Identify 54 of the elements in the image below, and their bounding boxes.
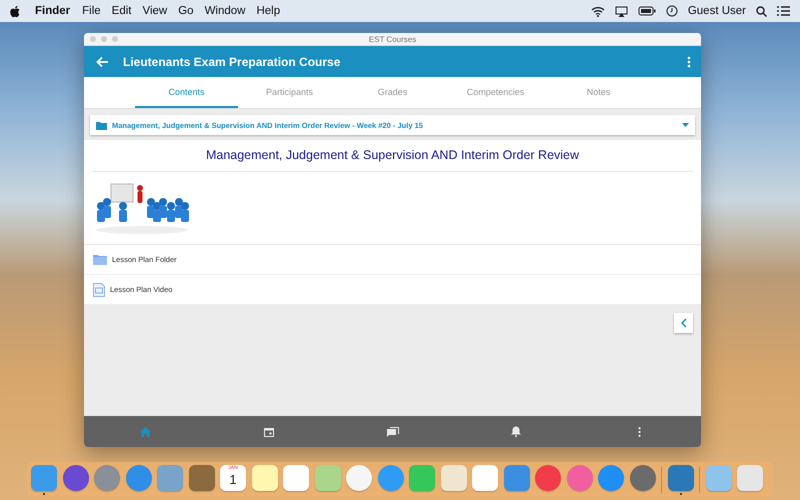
app-icon[interactable]	[737, 465, 763, 491]
app-icon[interactable]	[598, 465, 624, 491]
wifi-icon[interactable]	[590, 6, 605, 16]
chevron-left-icon	[680, 318, 686, 328]
more-icon[interactable]	[687, 56, 691, 68]
minimize-button[interactable]	[101, 36, 107, 42]
menu-item[interactable]: File	[82, 5, 101, 17]
airplay-icon[interactable]	[614, 6, 628, 16]
app-icon[interactable]	[188, 465, 214, 491]
app-icon[interactable]	[504, 465, 530, 491]
app-icon[interactable]	[94, 465, 120, 491]
menu-item[interactable]: View	[142, 5, 168, 17]
app-icon[interactable]	[283, 465, 309, 491]
app-icon[interactable]	[630, 465, 656, 491]
user-name[interactable]: Guest User	[688, 5, 746, 17]
app-icon[interactable]	[157, 465, 183, 491]
zoom-button[interactable]	[112, 36, 118, 42]
app-icon[interactable]	[535, 465, 561, 491]
app-icon[interactable]	[668, 465, 694, 491]
app-icon[interactable]	[566, 465, 592, 491]
menu-item[interactable]: Go	[178, 5, 194, 17]
app-icon[interactable]	[378, 465, 404, 491]
course-title: Lieutenants Exam Preparation Course	[123, 54, 340, 68]
menu-item[interactable]: Help	[256, 5, 280, 17]
window-title: EST Courses	[368, 34, 416, 44]
caret-icon	[682, 123, 689, 127]
calendar-icon[interactable]	[264, 426, 274, 436]
home-icon[interactable]	[140, 426, 152, 436]
section-heading: Management, Judgement & Supervision AND Interim Order Review	[92, 140, 693, 172]
app-icon[interactable]	[126, 465, 152, 491]
close-button[interactable]	[90, 36, 96, 42]
folder-icon	[93, 254, 107, 265]
clock-icon[interactable]	[666, 5, 678, 17]
app-icon[interactable]	[31, 465, 57, 491]
menu-item[interactable]: Window	[204, 5, 246, 17]
apple-icon[interactable]	[10, 4, 21, 18]
chat-icon[interactable]	[386, 426, 399, 436]
document-icon	[93, 282, 105, 296]
battery-icon[interactable]	[638, 6, 656, 16]
app-icon[interactable]	[62, 465, 88, 491]
back-arrow-icon[interactable]	[96, 56, 109, 68]
more-icon[interactable]	[638, 426, 641, 436]
search-icon[interactable]	[756, 6, 767, 16]
menu-item[interactable]: Edit	[112, 5, 132, 17]
bell-icon[interactable]	[510, 426, 521, 437]
list-icon[interactable]	[777, 6, 790, 16]
collapse-button[interactable]	[674, 313, 693, 333]
menu-app-name[interactable]: Finder	[35, 5, 70, 17]
app-icon[interactable]	[472, 465, 498, 491]
app-icon[interactable]	[314, 465, 340, 491]
folder-icon	[96, 120, 107, 130]
app-icon[interactable]	[252, 465, 278, 491]
app-icon[interactable]	[346, 465, 372, 491]
app-icon[interactable]	[440, 465, 466, 491]
